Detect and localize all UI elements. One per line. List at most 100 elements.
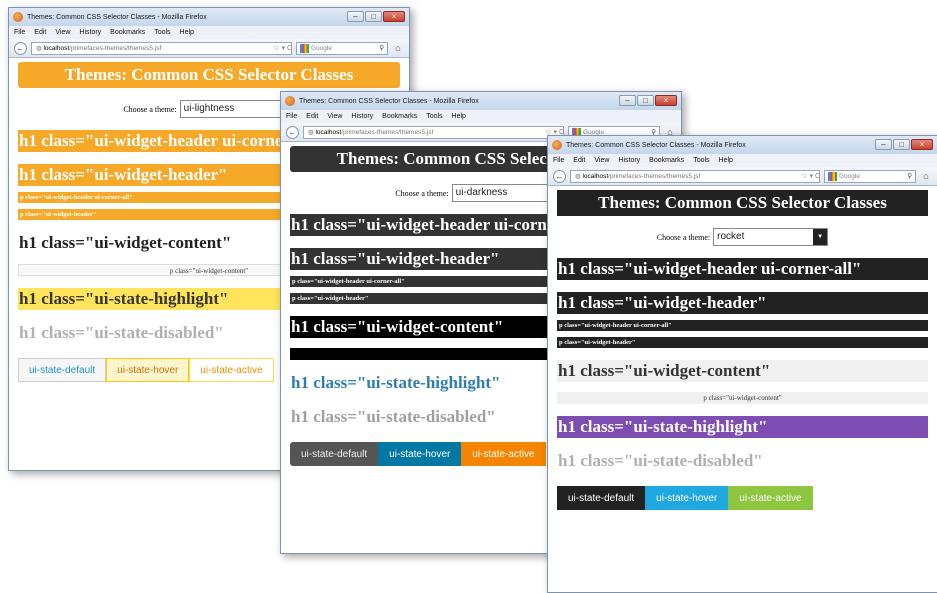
menu-help[interactable]: Help [719, 157, 733, 164]
window-controls: – □ × [619, 95, 677, 106]
p-widget-header: p class="ui-widget-header" [557, 337, 928, 348]
search-icon[interactable]: ⚲ [907, 171, 915, 182]
choose-theme-label: Choose a theme: [395, 188, 449, 198]
search-input[interactable]: Google ⚲ [296, 41, 388, 55]
search-placeholder: Google [839, 172, 860, 180]
close-icon[interactable]: × [911, 139, 933, 150]
window-titlebar[interactable]: Themes: Common CSS Selector Classes - Mo… [548, 136, 937, 154]
firefox-icon [13, 12, 23, 22]
state-default-button[interactable]: ui-state-default [557, 486, 646, 510]
maximize-icon[interactable]: □ [893, 139, 910, 150]
google-icon [828, 171, 837, 181]
choose-theme-label: Choose a theme: [123, 104, 177, 114]
home-icon[interactable]: ⌂ [392, 43, 404, 53]
home-icon[interactable]: ⌂ [920, 171, 932, 181]
menu-bar: File Edit View History Bookmarks Tools H… [281, 110, 681, 123]
page-title: Themes: Common CSS Selector Classes [557, 190, 928, 216]
h1-widget-content: h1 class="ui-widget-content" [557, 360, 928, 382]
address-bar[interactable]: ◍ localhost/primefaces-themes/themes5.js… [570, 169, 820, 183]
menu-bookmarks[interactable]: Bookmarks [649, 157, 684, 164]
firefox-icon [285, 96, 295, 106]
navigation-toolbar: ← ◍ localhost/primefaces-themes/themes5.… [548, 167, 937, 186]
page-title: Themes: Common CSS Selector Classes [18, 62, 400, 88]
menu-view[interactable]: View [594, 157, 609, 164]
url-host: localhost [315, 128, 342, 136]
menu-edit[interactable]: Edit [34, 29, 46, 36]
menu-tools[interactable]: Tools [154, 29, 170, 36]
selected-theme-value: ui-darkness [455, 187, 508, 198]
menu-edit[interactable]: Edit [573, 157, 585, 164]
menu-bookmarks[interactable]: Bookmarks [110, 29, 145, 36]
url-host: localhost [43, 44, 70, 52]
close-icon[interactable]: × [383, 11, 405, 22]
window-title: Themes: Common CSS Selector Classes - Mo… [299, 97, 479, 105]
theme-chooser: Choose a theme: rocket ▼ [557, 228, 928, 246]
h1-state-disabled: h1 class="ui-state-disabled" [558, 451, 763, 470]
menu-file[interactable]: File [286, 113, 297, 120]
menu-help[interactable]: Help [180, 29, 194, 36]
window-controls: – □ × [875, 139, 933, 150]
menu-edit[interactable]: Edit [306, 113, 318, 120]
menu-history[interactable]: History [351, 113, 373, 120]
state-hover-button[interactable]: ui-state-hover [106, 358, 190, 382]
menu-bar: File Edit View History Bookmarks Tools H… [548, 154, 937, 167]
address-bar[interactable]: ◍ localhost/primefaces-themes/themes5.js… [31, 41, 292, 55]
close-icon[interactable]: × [655, 95, 677, 106]
menu-bookmarks[interactable]: Bookmarks [382, 113, 417, 120]
menu-view[interactable]: View [55, 29, 70, 36]
window-title: Themes: Common CSS Selector Classes - Mo… [566, 141, 746, 149]
window-controls: – □ × [347, 11, 405, 22]
chevron-down-icon[interactable]: ▼ [813, 229, 828, 245]
menu-tools[interactable]: Tools [426, 113, 442, 120]
selected-theme-value: rocket [717, 231, 745, 242]
state-default-button[interactable]: ui-state-default [290, 442, 379, 466]
menu-history[interactable]: History [79, 29, 101, 36]
address-bar[interactable]: ◍ localhost/primefaces-themes/themes5.js… [303, 125, 564, 139]
choose-theme-label: Choose a theme: [656, 232, 711, 242]
window-titlebar[interactable]: Themes: Common CSS Selector Classes - Mo… [9, 8, 409, 26]
theme-select[interactable]: ui-lightness ▼ [179, 100, 295, 118]
maximize-icon[interactable]: □ [637, 95, 654, 106]
url-path: /primefaces-themes/themes5.jsf [69, 44, 162, 52]
state-hover-button[interactable]: ui-state-hover [645, 486, 729, 510]
theme-select[interactable]: rocket ▼ [713, 228, 829, 246]
menu-history[interactable]: History [618, 157, 640, 164]
url-path: /primefaces-themes/themes5.jsf [608, 172, 701, 180]
maximize-icon[interactable]: □ [365, 11, 382, 22]
star-icon[interactable]: ☆ ▾ C [784, 172, 820, 180]
minimize-icon[interactable]: – [875, 139, 892, 150]
minimize-icon[interactable]: – [619, 95, 636, 106]
h1-widget-header: h1 class="ui-widget-header" [557, 292, 928, 314]
url-host: localhost [582, 172, 609, 180]
state-buttons: ui-state-default ui-state-hover ui-state… [557, 486, 928, 510]
search-placeholder: Google [311, 44, 332, 52]
page-content: Themes: Common CSS Selector Classes Choo… [548, 190, 937, 510]
window-title: Themes: Common CSS Selector Classes - Mo… [27, 13, 207, 21]
minimize-icon[interactable]: – [347, 11, 364, 22]
menu-tools[interactable]: Tools [693, 157, 709, 164]
browser-window-rocket: Themes: Common CSS Selector Classes - Mo… [547, 135, 937, 593]
selected-theme-value: ui-lightness [183, 103, 235, 114]
search-input[interactable]: Google ⚲ [824, 169, 916, 183]
state-active-button[interactable]: ui-state-active [461, 442, 546, 466]
search-icon[interactable]: ⚲ [379, 43, 387, 54]
menu-view[interactable]: View [327, 113, 342, 120]
p-widget-content: p class="ui-widget-content" [557, 392, 928, 404]
star-icon[interactable]: ☆ ▾ C [256, 44, 292, 52]
google-icon [300, 43, 309, 53]
navigation-toolbar: ← ◍ localhost/primefaces-themes/themes5.… [9, 39, 409, 58]
state-hover-button[interactable]: ui-state-hover [378, 442, 462, 466]
menu-file[interactable]: File [14, 29, 25, 36]
back-arrow-icon[interactable]: ← [14, 41, 27, 55]
state-default-button[interactable]: ui-state-default [18, 358, 107, 382]
state-active-button[interactable]: ui-state-active [728, 486, 813, 510]
menu-file[interactable]: File [553, 157, 564, 164]
h1-state-highlight: h1 class="ui-state-highlight" [557, 416, 928, 438]
menu-help[interactable]: Help [452, 113, 466, 120]
window-titlebar[interactable]: Themes: Common CSS Selector Classes - Mo… [281, 92, 681, 110]
back-arrow-icon[interactable]: ← [286, 125, 299, 139]
h1-widget-header-corner: h1 class="ui-widget-header ui-corner-all… [557, 258, 928, 280]
state-active-button[interactable]: ui-state-active [189, 358, 274, 382]
url-path: /primefaces-themes/themes5.jsf [341, 128, 434, 136]
back-arrow-icon[interactable]: ← [553, 169, 566, 183]
